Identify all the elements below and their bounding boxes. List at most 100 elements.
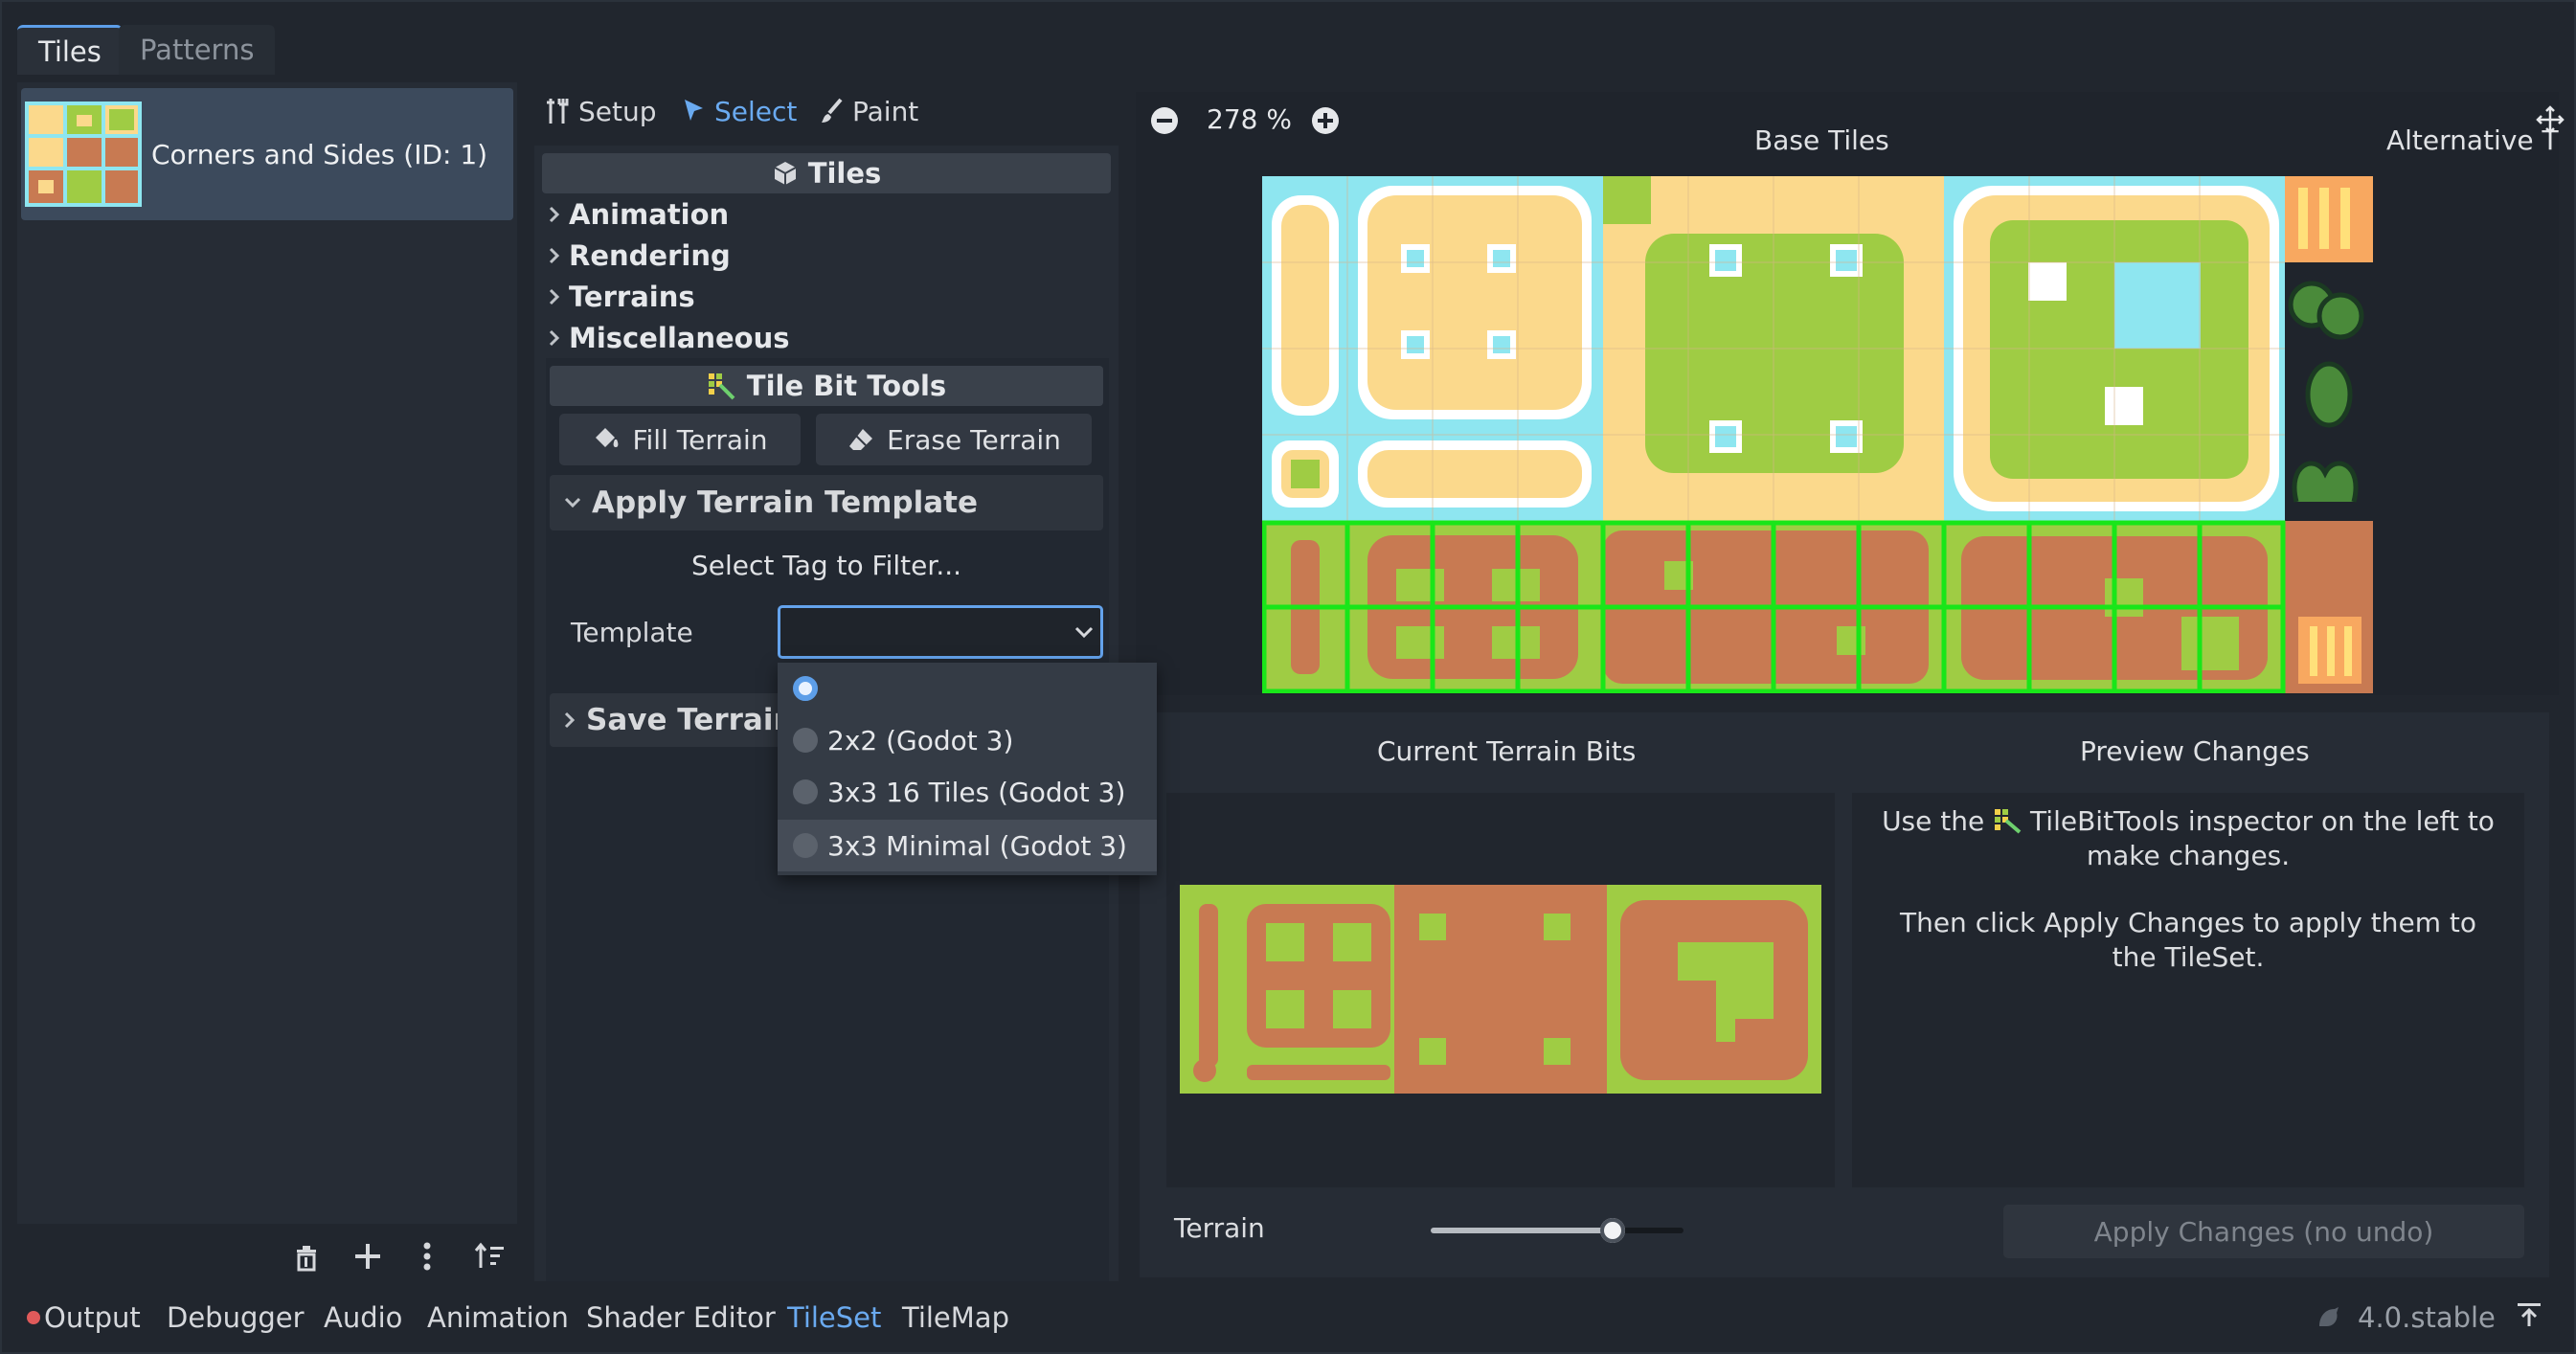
template-dropdown[interactable] (778, 605, 1103, 659)
erase-terrain-button[interactable]: Erase Terrain (816, 414, 1092, 465)
bottom-tab-tilemap[interactable]: TileMap (902, 1297, 1009, 1339)
tiles-header-label: Tiles (807, 157, 882, 190)
option-3x3-16-label: 3x3 16 Tiles (Godot 3) (827, 776, 1126, 808)
terrain-label: Terrain (1174, 1212, 1265, 1244)
instructions-prefix: Use the (1882, 805, 1985, 837)
fill-terrain-label: Fill Terrain (632, 423, 768, 456)
setup-mode-button[interactable]: Setup (546, 92, 657, 130)
base-tiles-label: Base Tiles (1754, 124, 1889, 156)
bottom-tab-tileset[interactable]: TileSet (787, 1297, 881, 1339)
preview-instructions: Use the TileBitTools inspector on the le… (1879, 804, 2497, 975)
brush-icon (822, 98, 843, 123)
tag-filter-button[interactable]: Select Tag to Filter... (550, 546, 1103, 584)
radio-selected-icon (793, 676, 818, 701)
section-terrains-label: Terrains (569, 281, 695, 313)
source-item-label: Corners and Sides (ID: 1) (151, 138, 488, 170)
template-option-2x2[interactable]: 2x2 (Godot 3) (778, 714, 1157, 766)
current-bits-label: Current Terrain Bits (1377, 735, 1637, 767)
option-3x3-minimal-label: 3x3 Minimal (Godot 3) (827, 829, 1127, 862)
chevron-right-icon (564, 711, 576, 729)
eraser-icon (849, 429, 873, 450)
current-bits-preview-image (1180, 885, 1821, 1094)
template-option-empty[interactable] (778, 663, 1157, 714)
zoom-out-icon (1151, 107, 1178, 134)
error-dot-icon (27, 1311, 40, 1324)
cursor-arrow-icon (685, 100, 703, 121)
add-source-button[interactable] (352, 1237, 383, 1275)
bottom-tab-audio-label: Audio (324, 1301, 403, 1334)
section-rendering-label: Rendering (569, 239, 731, 272)
bottom-tab-animation-label: Animation (427, 1301, 569, 1334)
terrain-slider-track[interactable] (1431, 1218, 1683, 1243)
source-menu-button[interactable] (418, 1237, 437, 1275)
chevron-down-icon (564, 497, 581, 508)
section-terrains[interactable]: Terrains (548, 278, 695, 316)
terrain-slider-handle[interactable] (1600, 1218, 1626, 1243)
chevron-right-icon (549, 206, 560, 223)
bottom-tab-output[interactable]: Output (27, 1297, 141, 1339)
expand-bottom-panel-button[interactable] (2515, 1300, 2543, 1329)
godot-logo-icon (2319, 1307, 2339, 1326)
alternative-tiles-label: Alternative Ti (2386, 124, 2559, 156)
tileset-atlas-image (1262, 176, 2373, 693)
zoom-level[interactable]: 278 % (1207, 103, 1292, 135)
bottom-tab-tileset-label: TileSet (787, 1301, 882, 1334)
delete-source-button[interactable] (291, 1237, 322, 1275)
radio-unselected-icon (793, 728, 818, 753)
trash-icon (297, 1246, 316, 1272)
tilebittools-icon (1995, 809, 2022, 834)
section-miscellaneous-label: Miscellaneous (569, 322, 790, 354)
tab-tiles[interactable]: Tiles (17, 25, 123, 75)
move-icon (2536, 105, 2565, 134)
terrain-slider-fill (1431, 1228, 1614, 1233)
zoom-in-button[interactable] (1310, 105, 1341, 136)
tilebittools-icon (708, 373, 735, 400)
bottom-tab-debugger[interactable]: Debugger (167, 1297, 305, 1339)
bottom-tab-debugger-label: Debugger (167, 1301, 305, 1334)
tiles-inspector-header: Tiles (542, 153, 1111, 193)
instructions-line-1: TileBitTools inspector on the left to ma… (2030, 805, 2495, 871)
paint-mode-button[interactable]: Paint (820, 92, 918, 130)
chevron-right-icon (549, 329, 560, 347)
section-miscellaneous[interactable]: Miscellaneous (548, 319, 790, 357)
section-rendering[interactable]: Rendering (548, 237, 731, 275)
bottom-tab-shader-editor[interactable]: Shader Editor (586, 1297, 776, 1339)
source-thumbnail (25, 102, 142, 207)
tab-tiles-label: Tiles (38, 34, 102, 68)
wrench-icon (547, 99, 569, 124)
chevron-down-icon (1074, 626, 1094, 639)
setup-label: Setup (578, 95, 657, 127)
chevron-right-icon (549, 288, 560, 305)
version-indicator[interactable]: 4.0.stable (2316, 1297, 2496, 1339)
expand-up-icon (2518, 1303, 2541, 1326)
tilebit-header-label: Tile Bit Tools (746, 370, 947, 402)
preview-changes-label: Preview Changes (2080, 735, 2310, 767)
plus-icon (355, 1244, 380, 1269)
sort-sources-button[interactable] (473, 1237, 506, 1275)
version-label: 4.0.stable (2358, 1301, 2496, 1334)
tilebit-tools-header: Tile Bit Tools (550, 366, 1103, 406)
zoom-in-icon (1312, 107, 1339, 134)
instructions-line-2: Then click Apply Changes to apply them t… (1899, 907, 2477, 973)
bottom-tab-audio[interactable]: Audio (324, 1297, 402, 1339)
select-mode-button[interactable]: Select (682, 92, 797, 130)
template-option-3x3-minimal[interactable]: 3x3 Minimal (Godot 3) (778, 820, 1157, 871)
zoom-out-button[interactable] (1149, 105, 1180, 136)
bottom-tab-shader-editor-label: Shader Editor (586, 1301, 776, 1334)
kebab-menu-icon (423, 1242, 431, 1271)
atlas-options-button[interactable] (2536, 105, 2565, 134)
section-animation[interactable]: Animation (548, 195, 729, 234)
fill-terrain-button[interactable]: Fill Terrain (559, 414, 801, 465)
radio-unselected-icon (793, 779, 818, 804)
template-label: Template (571, 616, 693, 648)
apply-terrain-template-section[interactable]: Apply Terrain Template (550, 475, 1103, 530)
template-option-3x3-16[interactable]: 3x3 16 Tiles (Godot 3) (778, 766, 1157, 818)
tab-patterns[interactable]: Patterns (119, 25, 276, 75)
bottom-tab-animation[interactable]: Animation (427, 1297, 569, 1339)
tag-filter-label: Select Tag to Filter... (690, 549, 962, 581)
bottom-tab-output-label: Output (44, 1301, 141, 1334)
cube-icon (774, 162, 797, 185)
section-animation-label: Animation (569, 198, 730, 231)
apply-changes-button[interactable]: Apply Changes (no undo) (2003, 1205, 2524, 1258)
erase-terrain-label: Erase Terrain (887, 423, 1061, 456)
